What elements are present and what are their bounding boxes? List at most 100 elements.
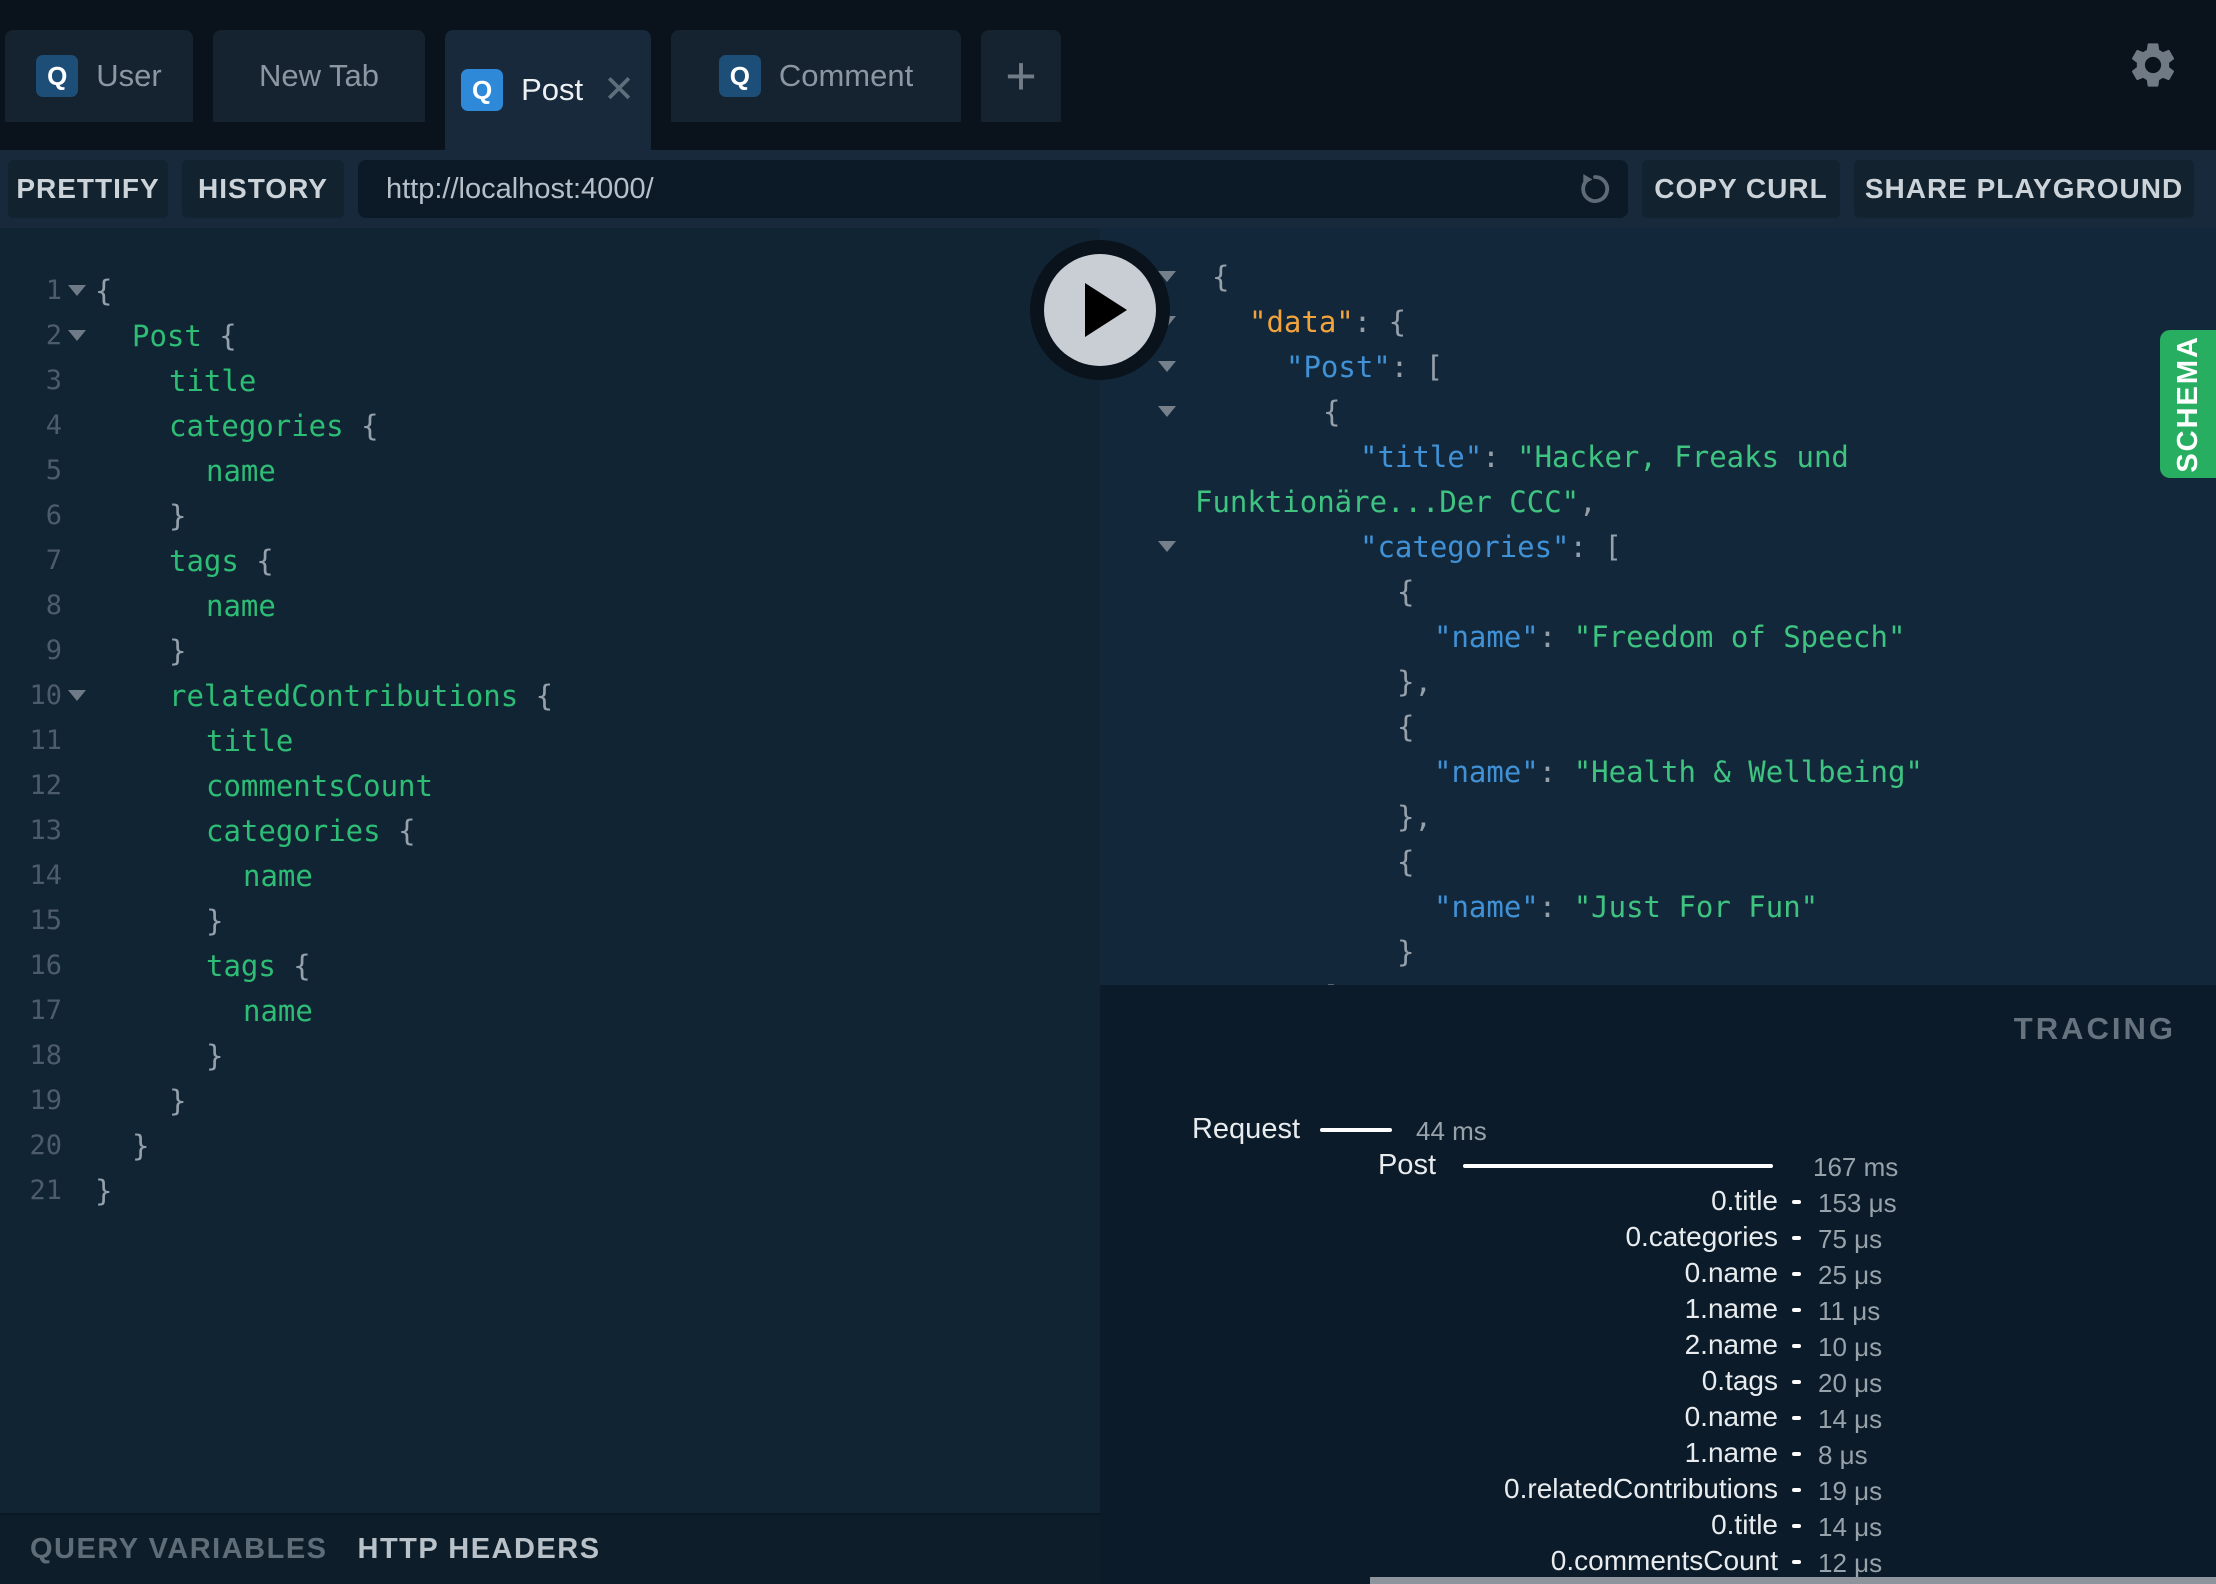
http-headers-tab[interactable]: HTTP HEADERS xyxy=(358,1533,601,1566)
editor-line[interactable]: 6} xyxy=(0,493,1100,538)
code-text: { xyxy=(1100,710,1414,744)
collapse-arrow-icon[interactable] xyxy=(1158,541,1176,552)
code-text: name xyxy=(92,454,276,488)
editor-line[interactable]: 21} xyxy=(0,1168,1100,1213)
code-token: : { xyxy=(1353,304,1407,339)
code-token: { xyxy=(1397,709,1415,744)
editor-line[interactable]: 11 title xyxy=(0,718,1100,763)
settings-gear-icon[interactable] xyxy=(2126,38,2180,92)
code-token: categories xyxy=(206,813,381,848)
plus-icon: + xyxy=(1005,46,1037,106)
collapse-arrow-icon[interactable] xyxy=(1158,361,1176,372)
code-text: name xyxy=(92,994,313,1028)
code-text: { xyxy=(92,274,112,308)
editor-line[interactable]: 18} xyxy=(0,1033,1100,1078)
add-tab-button[interactable]: + xyxy=(981,30,1061,122)
trace-field-bar xyxy=(1792,1236,1801,1240)
tab-post-active[interactable]: Q Post ✕ xyxy=(445,30,651,150)
trace-field-bar xyxy=(1792,1524,1801,1528)
fold-arrow-icon[interactable] xyxy=(62,330,92,341)
code-token: { xyxy=(275,948,311,983)
result-line: } xyxy=(1100,929,2216,974)
code-token: } xyxy=(132,1128,150,1163)
editor-line[interactable]: 1{ xyxy=(0,268,1100,313)
line-number: 12 xyxy=(29,770,62,801)
code-token: : xyxy=(1538,889,1574,924)
editor-line[interactable]: 5 name xyxy=(0,448,1100,493)
query-editor[interactable]: 1{2 Post {3 title 4 categories {5 name 6} 7 tags… xyxy=(0,228,1100,1513)
code-text: } xyxy=(1100,935,1414,969)
editor-line[interactable]: 4 categories { xyxy=(0,403,1100,448)
editor-line[interactable]: 3 title xyxy=(0,358,1100,403)
code-text: "name": "Health & Wellbeing" xyxy=(1100,755,1923,789)
editor-line[interactable]: 15} xyxy=(0,898,1100,943)
code-token: { xyxy=(95,273,113,308)
trace-field-value: 12 μs xyxy=(1818,1548,1883,1578)
line-number: 11 xyxy=(29,725,62,756)
editor-line[interactable]: 19} xyxy=(0,1078,1100,1123)
code-token: "Health & Wellbeing" xyxy=(1573,754,1923,789)
tab-bar: Q User New Tab Q Post ✕ Q Comment + xyxy=(0,0,2216,150)
trace-field-bar xyxy=(1792,1200,1801,1204)
code-text: Funktionäre...Der CCC", xyxy=(1100,485,1597,519)
code-token: { xyxy=(380,813,416,848)
code-token: } xyxy=(95,1173,113,1208)
code-text: } xyxy=(92,634,186,668)
code-text: } xyxy=(92,1174,112,1208)
trace-field-label: 2.name xyxy=(1684,1329,1778,1360)
editor-line[interactable]: 16 tags { xyxy=(0,943,1100,988)
editor-line[interactable]: 12 commentsCount xyxy=(0,763,1100,808)
editor-bottom-bar: QUERY VARIABLES HTTP HEADERS xyxy=(0,1513,1100,1584)
result-line: { xyxy=(1100,254,2216,299)
code-text: } xyxy=(92,904,223,938)
tab-comment[interactable]: Q Comment xyxy=(671,30,961,122)
endpoint-url-input[interactable]: http://localhost:4000/ xyxy=(358,160,1628,218)
code-text: } xyxy=(92,1039,223,1073)
result-line: "data": { xyxy=(1100,299,2216,344)
trace-field-label: 0.title xyxy=(1711,1185,1778,1216)
code-token: Post xyxy=(132,318,202,353)
result-line: ] xyxy=(1100,974,2216,986)
trace-field-bar xyxy=(1792,1416,1801,1420)
trace-field-row: 0.commentsCount 12 μs xyxy=(1100,1545,2216,1581)
trace-field-row: 0.relatedContributions 19 μs xyxy=(1100,1473,2216,1509)
editor-line[interactable]: 9} xyxy=(0,628,1100,673)
prettify-button[interactable]: PRETTIFY xyxy=(8,160,168,218)
code-token: : [ xyxy=(1569,529,1622,564)
query-variables-tab[interactable]: QUERY VARIABLES xyxy=(30,1533,328,1566)
editor-line[interactable]: 2 Post { xyxy=(0,313,1100,358)
editor-line[interactable]: 20} xyxy=(0,1123,1100,1168)
editor-line[interactable]: 8 name xyxy=(0,583,1100,628)
tracing-panel: TRACING Request 44 ms Post 167 ms 0.titl… xyxy=(1100,985,2216,1584)
graphql-playground-window: Q User New Tab Q Post ✕ Q Comment + PRET… xyxy=(0,0,2216,1584)
query-badge-icon: Q xyxy=(461,69,504,111)
line-number: 16 xyxy=(29,950,62,981)
result-line: "name": "Freedom of Speech" xyxy=(1100,614,2216,659)
trace-field-row: 0.name 25 μs xyxy=(1100,1257,2216,1293)
schema-side-tab[interactable]: SCHEMA xyxy=(2160,330,2216,478)
trace-field-row: 0.title 14 μs xyxy=(1100,1509,2216,1545)
editor-line[interactable]: 7 tags { xyxy=(0,538,1100,583)
code-text: name xyxy=(92,589,276,623)
code-text: "categories": [ xyxy=(1100,530,1622,564)
fold-arrow-icon[interactable] xyxy=(62,690,92,701)
close-tab-icon[interactable]: ✕ xyxy=(603,71,635,109)
history-button[interactable]: HISTORY xyxy=(182,160,344,218)
execute-query-button[interactable] xyxy=(1030,240,1170,380)
copy-curl-button[interactable]: COPY CURL xyxy=(1642,160,1840,218)
tab-new-tab[interactable]: New Tab xyxy=(213,30,425,122)
share-playground-button[interactable]: SHARE PLAYGROUND xyxy=(1854,160,2194,218)
editor-line[interactable]: 14 name xyxy=(0,853,1100,898)
trace-field-label: 0.relatedContributions xyxy=(1504,1473,1778,1504)
editor-line[interactable]: 17 name xyxy=(0,988,1100,1033)
tab-strip: Q User New Tab Q Post ✕ Q Comment + xyxy=(5,30,1061,150)
editor-line[interactable]: 10 relatedContributions { xyxy=(0,673,1100,718)
tracing-horizontal-scrollbar[interactable] xyxy=(1370,1577,2216,1584)
reload-schema-icon[interactable] xyxy=(1576,170,1614,208)
collapse-arrow-icon[interactable] xyxy=(1158,406,1176,417)
trace-field-label: 0.title xyxy=(1711,1509,1778,1540)
fold-arrow-icon[interactable] xyxy=(62,285,92,296)
trace-field-row: 1.name 11 μs xyxy=(1100,1293,2216,1329)
tab-user[interactable]: Q User xyxy=(5,30,193,122)
editor-line[interactable]: 13 categories { xyxy=(0,808,1100,853)
